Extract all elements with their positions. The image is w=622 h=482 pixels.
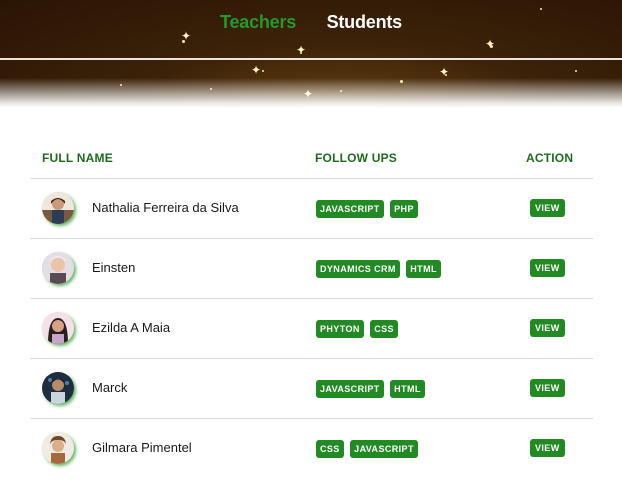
column-header-full-name: FULL NAME [42, 151, 113, 165]
follow-up-tags: CSS JAVASCRIPT [316, 439, 420, 458]
view-button[interactable]: VIEW [530, 259, 565, 277]
nav-tabs: Teachers Students [0, 12, 622, 33]
follow-up-tag: CSS [370, 320, 398, 338]
teacher-name: Nathalia Ferreira da Silva [92, 200, 239, 215]
table-header: FULL NAME FOLLOW UPS ACTION [30, 140, 593, 179]
teacher-name: Gilmara Pimentel [92, 440, 192, 455]
follow-up-tag: DYNAMICS CRM [316, 260, 400, 278]
avatar [42, 432, 74, 464]
teacher-name: Einsten [92, 260, 136, 275]
follow-up-tag: HTML [406, 260, 441, 278]
teacher-name: Marck [92, 380, 128, 395]
sparkle-decoration [540, 8, 542, 10]
table-row: Marck JAVASCRIPT HTML VIEW [30, 359, 593, 419]
view-button[interactable]: VIEW [530, 439, 565, 457]
star-decoration: ✦ [295, 43, 307, 57]
follow-up-tag: HTML [390, 380, 425, 398]
banner-divider [0, 58, 622, 60]
star-decoration: ✦ [484, 37, 496, 51]
follow-up-tags: PHYTON CSS [316, 319, 400, 338]
sparkle-decoration [575, 70, 577, 72]
column-header-follow-ups: FOLLOW UPS [315, 151, 397, 165]
view-button[interactable]: VIEW [530, 379, 565, 397]
follow-up-tag: CSS [316, 440, 344, 458]
follow-up-tag: JAVASCRIPT [316, 380, 384, 398]
star-decoration: ✦ [250, 63, 262, 77]
follow-up-tags: JAVASCRIPT PHP [316, 199, 420, 218]
follow-up-tags: DYNAMICS CRM HTML [316, 259, 443, 278]
table-row: Nathalia Ferreira da Silva JAVASCRIPT PH… [30, 179, 593, 239]
table-row: Ezilda A Maia PHYTON CSS VIEW [30, 299, 593, 359]
follow-up-tag: JAVASCRIPT [350, 440, 418, 458]
view-button[interactable]: VIEW [530, 319, 565, 337]
follow-up-tag: PHYTON [316, 320, 364, 338]
column-header-action: ACTION [526, 151, 574, 165]
teacher-name: Ezilda A Maia [92, 320, 171, 335]
header-banner: ✦ ✦ ✦ ✦ ✦ ✦ Teachers Students [0, 0, 622, 108]
page: ✦ ✦ ✦ ✦ ✦ ✦ Teachers Students FULL NAME … [0, 0, 622, 482]
avatar [42, 372, 74, 404]
banner-fade [0, 78, 622, 108]
follow-up-tags: JAVASCRIPT HTML [316, 379, 427, 398]
view-button[interactable]: VIEW [530, 199, 565, 217]
avatar [42, 252, 74, 284]
follow-up-tag: PHP [390, 200, 418, 218]
star-decoration: ✦ [438, 65, 450, 79]
avatar [42, 312, 74, 344]
sparkle-decoration [262, 70, 264, 72]
tab-teachers[interactable]: Teachers [220, 12, 296, 33]
tab-students[interactable]: Students [327, 12, 403, 33]
table-row: Einsten DYNAMICS CRM HTML VIEW [30, 239, 593, 299]
avatar [42, 192, 74, 224]
table-row: Gilmara Pimentel CSS JAVASCRIPT VIEW [30, 419, 593, 478]
teachers-table: FULL NAME FOLLOW UPS ACTION Nathalia Fer… [30, 140, 593, 478]
follow-up-tag: JAVASCRIPT [316, 200, 384, 218]
